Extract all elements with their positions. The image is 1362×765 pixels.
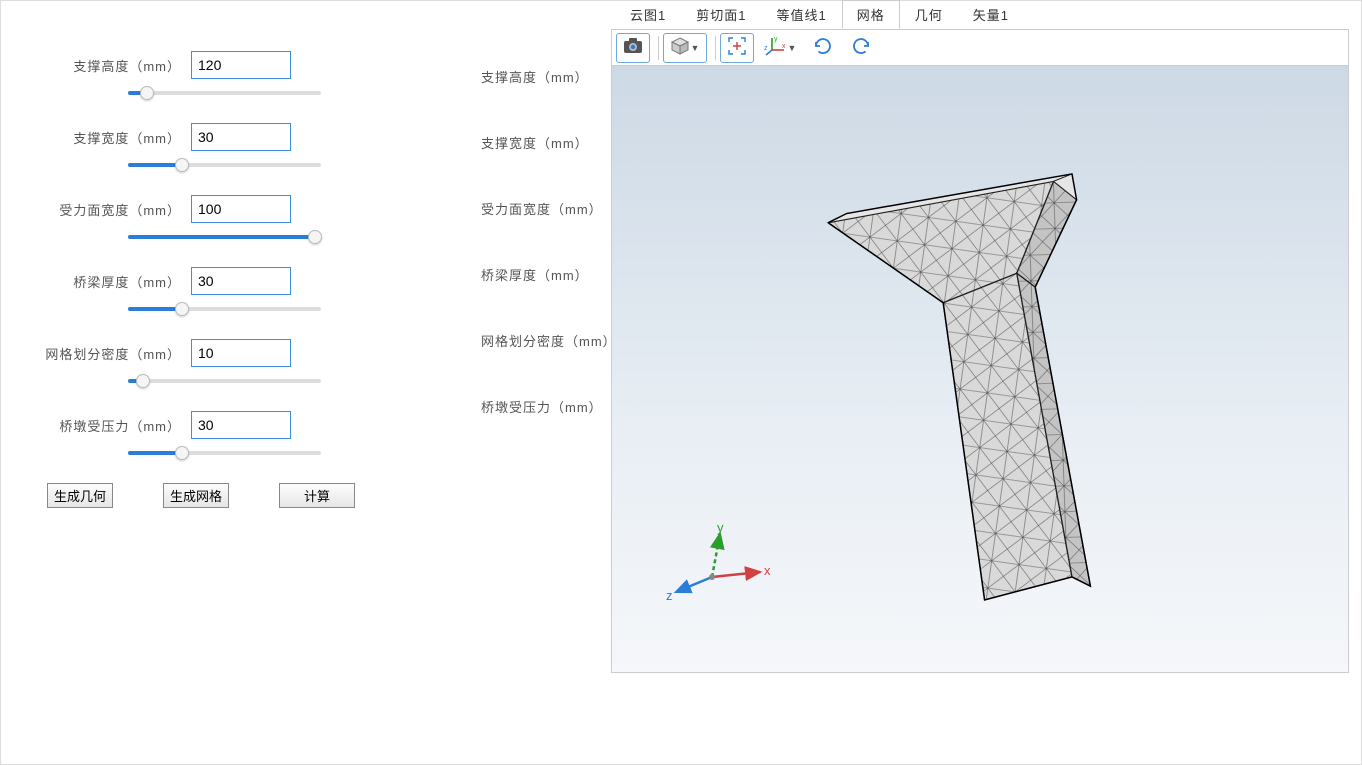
chevron-down-icon: ▼ xyxy=(788,43,797,53)
mesh-canvas[interactable]: x y z xyxy=(611,65,1349,673)
cube-icon xyxy=(671,37,689,58)
label-copy-2: 受力面宽度（mm） xyxy=(481,191,611,257)
param-input-force-width[interactable] xyxy=(191,195,291,223)
slider-mesh-density[interactable] xyxy=(128,373,321,389)
param-input-mesh-density[interactable] xyxy=(191,339,291,367)
param-group-4: 网格划分密度（mm） xyxy=(21,339,461,389)
param-label-mesh-density: 网格划分密度（mm） xyxy=(21,344,191,363)
tab-vector[interactable]: 矢量1 xyxy=(958,0,1024,29)
param-label-height: 支撑高度（mm） xyxy=(21,56,191,75)
label-copy-3: 桥梁厚度（mm） xyxy=(481,257,611,323)
param-label-thickness: 桥梁厚度（mm） xyxy=(21,272,191,291)
param-group-0: 支撑高度（mm） xyxy=(21,51,461,101)
tab-cloud[interactable]: 云图1 xyxy=(615,0,681,29)
slider-width[interactable] xyxy=(128,157,321,173)
axis-label-z: z xyxy=(666,588,673,603)
param-input-pressure[interactable] xyxy=(191,411,291,439)
param-group-1: 支撑宽度（mm） xyxy=(21,123,461,173)
tab-mesh[interactable]: 网格 xyxy=(842,0,900,29)
param-group-5: 桥墩受压力（mm） xyxy=(21,411,461,461)
fit-view-button[interactable] xyxy=(720,33,754,63)
param-label-width: 支撑宽度（mm） xyxy=(21,128,191,147)
fit-extents-icon xyxy=(728,37,746,58)
view-cube-button[interactable]: ▼ xyxy=(663,33,707,63)
slider-pressure[interactable] xyxy=(128,445,321,461)
slider-force-width[interactable] xyxy=(128,229,321,245)
toolbar-separator xyxy=(715,36,716,60)
view-tabs: 云图1 剪切面1 等值线1 网格 几何 矢量1 xyxy=(611,1,1349,29)
svg-text:x: x xyxy=(782,43,786,50)
svg-text:y: y xyxy=(774,36,778,43)
rotate-cw-button[interactable] xyxy=(806,33,840,63)
slider-height[interactable] xyxy=(128,85,321,101)
compute-button[interactable]: 计算 xyxy=(279,483,355,508)
viz-toolbar: ▼ xyz ▼ xyxy=(611,29,1349,65)
param-label-pressure: 桥墩受压力（mm） xyxy=(21,416,191,435)
label-copy-1: 支撑宽度（mm） xyxy=(481,125,611,191)
axis-orientation-button[interactable]: xyz ▼ xyxy=(758,33,802,63)
generate-mesh-button[interactable]: 生成网格 xyxy=(163,483,229,508)
param-group-2: 受力面宽度（mm） xyxy=(21,195,461,245)
app-root: 支撑高度（mm） 支撑宽度（mm） 受力面宽度（mm） xyxy=(0,0,1362,765)
rotate-ccw-icon xyxy=(850,35,872,60)
screenshot-button[interactable] xyxy=(616,33,650,63)
generate-geometry-button[interactable]: 生成几何 xyxy=(47,483,113,508)
toolbar-separator xyxy=(658,36,659,60)
label-copy-4: 网格划分密度（mm） xyxy=(481,323,611,389)
param-input-height[interactable] xyxy=(191,51,291,79)
axis-triad-icon: xyz xyxy=(764,36,786,59)
tab-geometry[interactable]: 几何 xyxy=(900,0,958,29)
svg-text:z: z xyxy=(764,45,768,52)
param-input-thickness[interactable] xyxy=(191,267,291,295)
slider-thickness[interactable] xyxy=(128,301,321,317)
label-copy-0: 支撑高度（mm） xyxy=(481,59,611,125)
axis-label-y: y xyxy=(717,522,724,535)
visualization-area: 云图1 剪切面1 等值线1 网格 几何 矢量1 ▼ xyxy=(611,1,1361,764)
chevron-down-icon: ▼ xyxy=(691,43,700,53)
label-copy-5: 桥墩受压力（mm） xyxy=(481,389,611,455)
rotate-ccw-button[interactable] xyxy=(844,33,878,63)
action-button-row: 生成几何 生成网格 计算 xyxy=(21,483,461,508)
axis-label-x: x xyxy=(764,563,771,578)
axis-gizmo: x y z xyxy=(662,522,752,612)
camera-icon xyxy=(623,38,643,57)
rotate-cw-icon xyxy=(812,35,834,60)
tab-section[interactable]: 剪切面1 xyxy=(681,0,761,29)
param-group-3: 桥梁厚度（mm） xyxy=(21,267,461,317)
parameter-label-column: 支撑高度（mm） 支撑宽度（mm） 受力面宽度（mm） 桥梁厚度（mm） 网格划… xyxy=(481,1,611,764)
param-label-force-width: 受力面宽度（mm） xyxy=(21,200,191,219)
tab-contour[interactable]: 等值线1 xyxy=(761,0,841,29)
param-input-width[interactable] xyxy=(191,123,291,151)
parameter-panel: 支撑高度（mm） 支撑宽度（mm） 受力面宽度（mm） xyxy=(1,1,481,764)
